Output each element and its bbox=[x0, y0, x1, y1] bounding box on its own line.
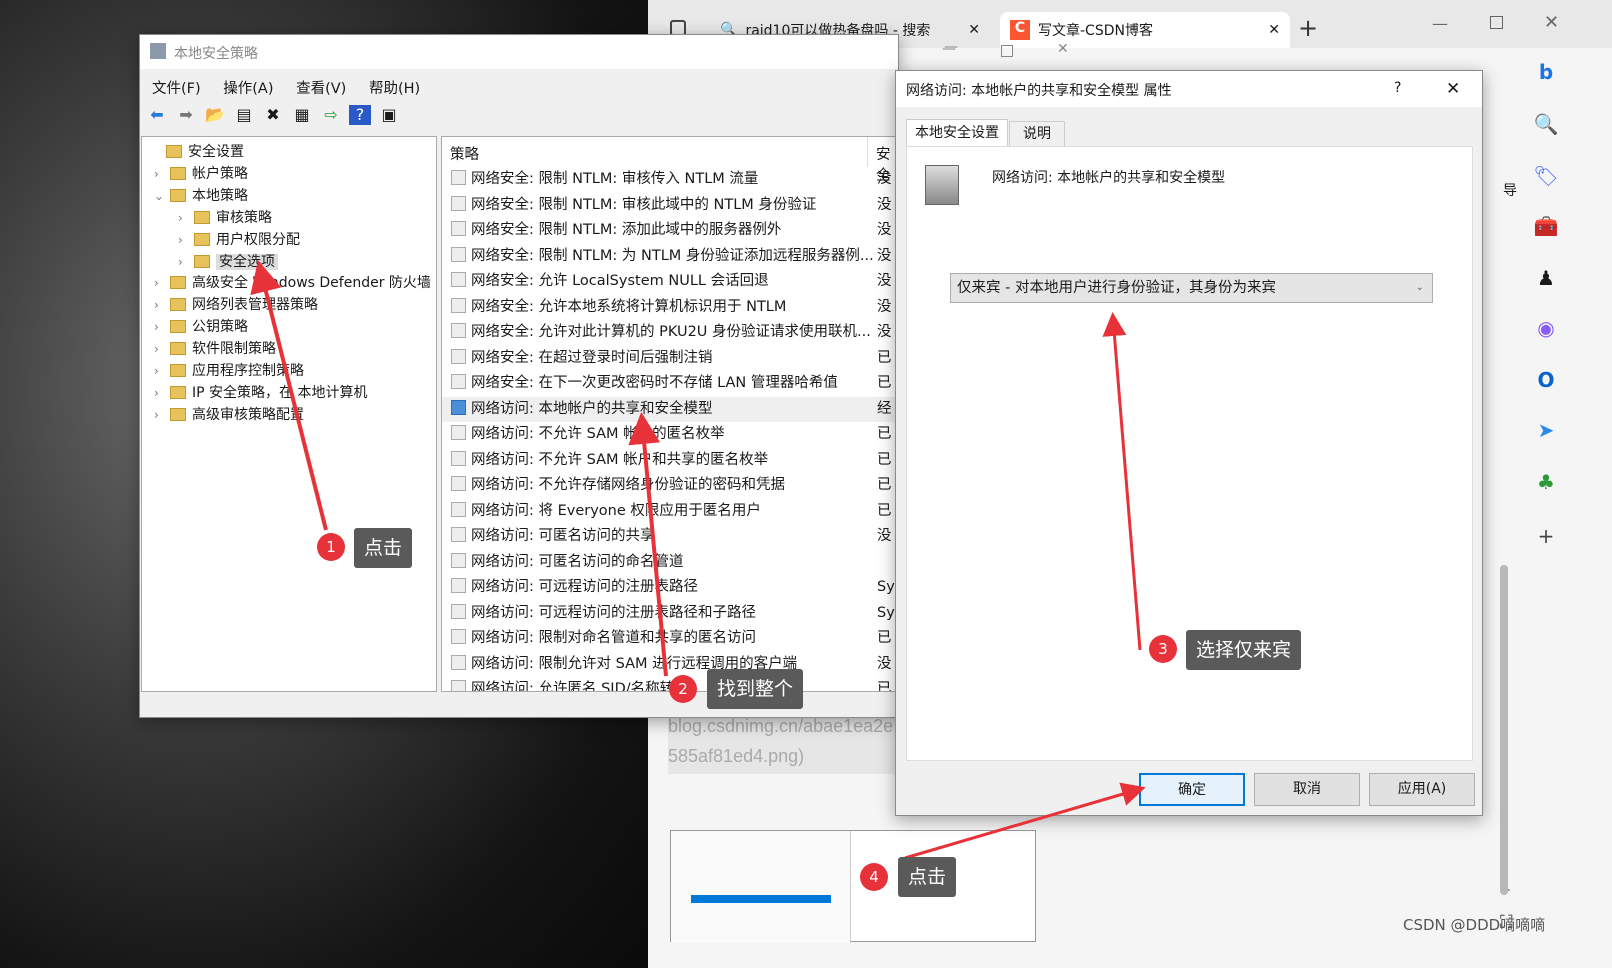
watermark: CSDN @DDD嘀嘀嘀 bbox=[1403, 916, 1546, 934]
step-label: 点击 bbox=[354, 528, 413, 568]
step-badge: 2 bbox=[669, 675, 697, 703]
step-badge: 1 bbox=[317, 533, 345, 561]
arrow-2 bbox=[628, 412, 668, 677]
arrow-3 bbox=[1102, 312, 1142, 651]
annotation-arrows bbox=[250, 260, 1146, 860]
arrow-1 bbox=[250, 260, 328, 531]
step-label: 找到整个 bbox=[707, 669, 804, 709]
step-label: 选择仅来宾 bbox=[1186, 630, 1302, 670]
arrow-4 bbox=[904, 782, 1146, 860]
step-badge: 4 bbox=[860, 863, 888, 891]
step-badge: 3 bbox=[1149, 635, 1177, 663]
step-label: 点击 bbox=[898, 857, 957, 897]
